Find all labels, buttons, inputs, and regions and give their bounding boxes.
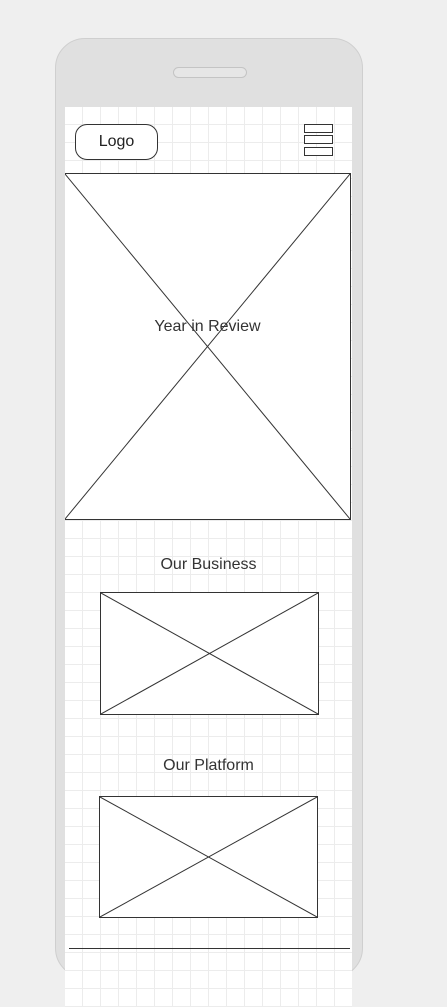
hero-title: Year in Review [154,318,261,335]
phone-frame: Logo Year in Review Our Business Our Pla… [55,38,363,1007]
business-image-placeholder [100,592,319,715]
hero-image-placeholder: Year in Review [65,173,351,520]
platform-image-placeholder [99,796,318,918]
logo-button[interactable]: Logo [75,124,158,160]
image-placeholder-icon [101,593,318,714]
section-title-our-business: Our Business [160,556,257,573]
image-placeholder-icon [65,174,350,519]
phone-speaker [173,67,247,78]
phone-screen: Logo Year in Review Our Business Our Pla… [65,107,352,1007]
footer-divider [69,948,350,949]
hamburger-menu-icon[interactable] [304,124,333,157]
image-placeholder-icon [100,797,317,917]
section-title-our-platform: Our Platform [163,757,254,774]
